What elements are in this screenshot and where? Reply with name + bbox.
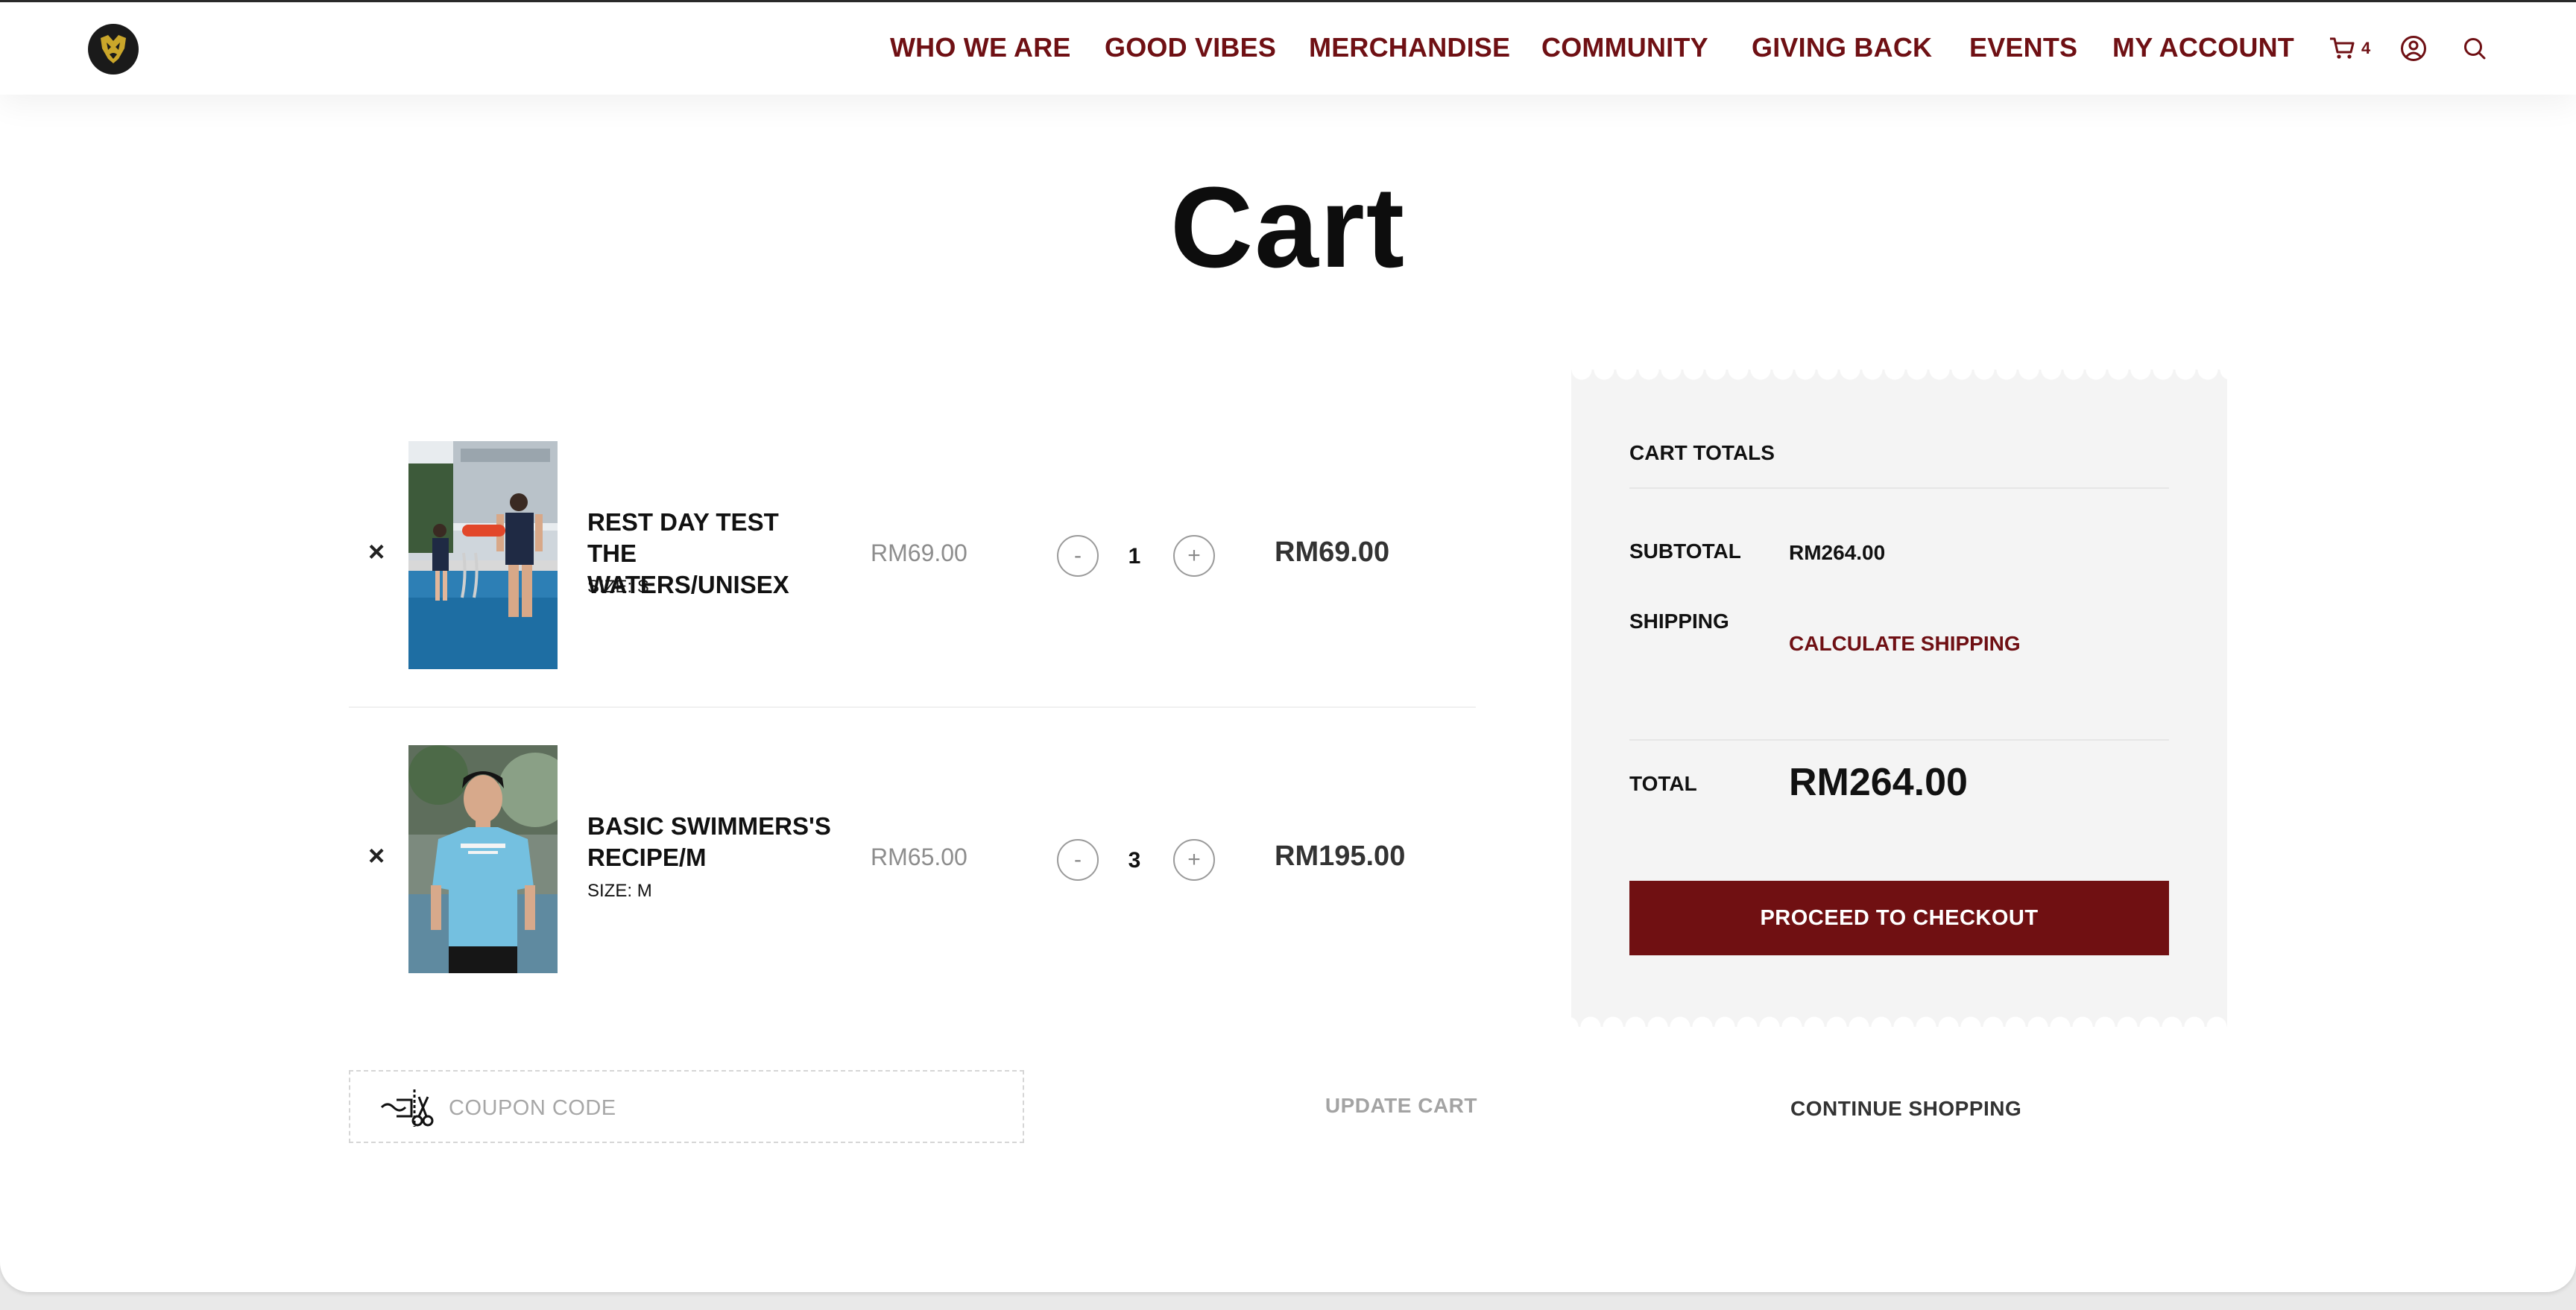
header-search[interactable] <box>2463 31 2487 66</box>
unit-price: RM65.00 <box>871 844 967 870</box>
product-size: SIZE: M <box>587 881 652 902</box>
product-photo-pool <box>408 441 558 669</box>
panel-scallop-edge <box>1571 370 2227 386</box>
product-size: SIZE: S <box>587 577 649 598</box>
coupon-code-input[interactable] <box>447 1089 1002 1127</box>
product-image[interactable] <box>408 441 558 669</box>
nav-merchandise[interactable]: MERCHANDISE <box>1309 32 1510 63</box>
coupon-box <box>349 1070 1024 1143</box>
page: WHO WE ARE GOOD VIBES MERCHANDISE COMMUN… <box>0 0 2576 1292</box>
cart-totals-heading: CART TOTALS <box>1629 441 1775 464</box>
cart-count-badge: 4 <box>2361 39 2371 57</box>
calculate-shipping-link[interactable]: CALCULATE SHIPPING <box>1789 632 2021 656</box>
quantity-value[interactable]: 1 <box>1112 544 1157 569</box>
cart-totals-panel: CART TOTALS SUBTOTAL RM264.00 SHIPPING C… <box>1571 370 2227 1027</box>
proceed-to-checkout-button[interactable]: PROCEED TO CHECKOUT <box>1629 881 2169 955</box>
totals-divider <box>1629 487 2169 489</box>
site-header: WHO WE ARE GOOD VIBES MERCHANDISE COMMUN… <box>0 2 2576 95</box>
size-value: S <box>637 577 649 597</box>
account-icon <box>2401 36 2426 61</box>
quantity-value[interactable]: 3 <box>1112 848 1157 873</box>
header-cart[interactable]: 4 <box>2329 31 2370 66</box>
nav-community[interactable]: COMMUNITY <box>1541 32 1708 63</box>
total-value: RM264.00 <box>1789 761 1968 804</box>
page-title: Cart <box>1169 163 1407 291</box>
subtotal-label: SUBTOTAL <box>1629 539 1741 563</box>
size-value: M <box>637 881 652 901</box>
product-name[interactable]: BASIC SWIMMERS'S RECIPE/M <box>587 811 833 873</box>
header-account[interactable] <box>2400 31 2427 66</box>
continue-shopping-link[interactable]: CONTINUE SHOPPING <box>1790 1097 2021 1121</box>
quantity-increment-button[interactable]: + <box>1173 839 1215 881</box>
size-label: SIZE: <box>587 577 633 597</box>
nav-events[interactable]: EVENTS <box>1969 32 2077 63</box>
cart-icon <box>2330 37 2355 59</box>
quantity-decrement-button[interactable]: - <box>1057 535 1099 577</box>
panel-scallop-edge <box>1571 1010 2227 1027</box>
quantity-decrement-button[interactable]: - <box>1057 839 1099 881</box>
shipping-label: SHIPPING <box>1629 610 1729 633</box>
main-nav: WHO WE ARE GOOD VIBES MERCHANDISE COMMUN… <box>0 32 2576 65</box>
remove-item-button[interactable]: × <box>368 537 385 569</box>
row-divider <box>349 706 1476 708</box>
product-photo-tshirt <box>408 745 558 973</box>
line-subtotal: RM69.00 <box>1275 537 1390 568</box>
nav-who-we-are[interactable]: WHO WE ARE <box>890 32 1071 63</box>
size-label: SIZE: <box>587 881 633 901</box>
totals-divider <box>1629 739 2169 741</box>
subtotal-value: RM264.00 <box>1789 541 1886 564</box>
unit-price: RM69.00 <box>871 539 967 566</box>
remove-item-button[interactable]: × <box>368 841 385 873</box>
update-cart-button[interactable]: UPDATE CART <box>1312 1094 1477 1118</box>
quantity-increment-button[interactable]: + <box>1173 535 1215 577</box>
nav-giving-back[interactable]: GIVING BACK <box>1752 32 1932 63</box>
nav-good-vibes[interactable]: GOOD VIBES <box>1105 32 1276 63</box>
search-icon <box>2464 38 2486 60</box>
nav-my-account[interactable]: MY ACCOUNT <box>2112 32 2294 63</box>
product-image[interactable] <box>408 745 558 973</box>
line-subtotal: RM195.00 <box>1275 841 1406 872</box>
total-label: TOTAL <box>1629 772 1697 795</box>
coupon-scissors-icon <box>380 1089 434 1127</box>
